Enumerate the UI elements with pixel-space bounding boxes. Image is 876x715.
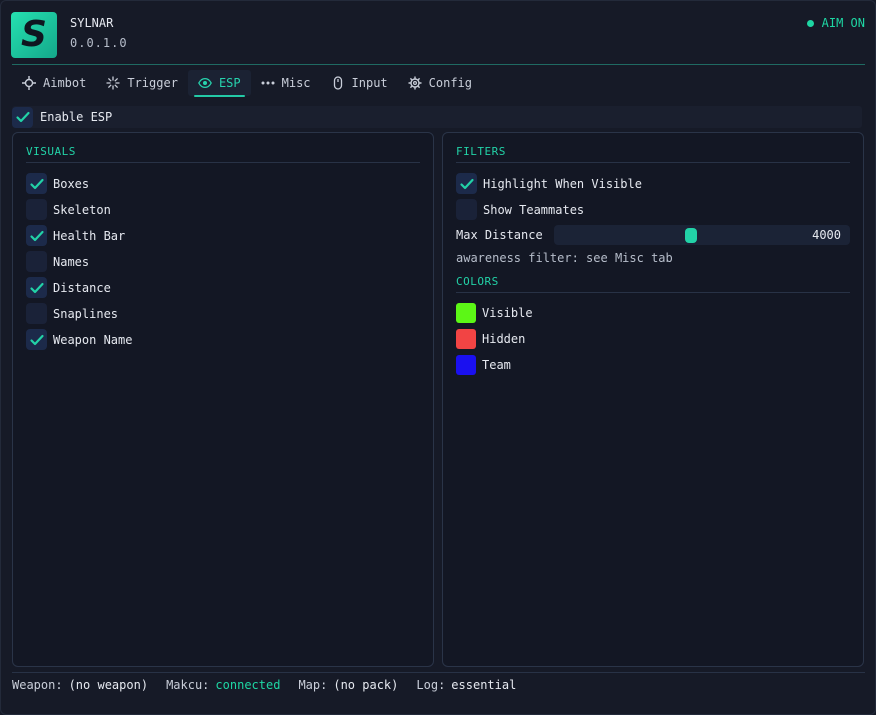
makcu-value: connected bbox=[215, 678, 281, 692]
section-divider bbox=[26, 162, 420, 163]
crosshair-icon bbox=[22, 76, 36, 90]
enable-esp-label: Enable ESP bbox=[40, 110, 113, 124]
checkbox[interactable] bbox=[26, 277, 47, 298]
map-label: Map: bbox=[298, 678, 328, 692]
checkbox[interactable] bbox=[26, 251, 47, 272]
color-swatch[interactable] bbox=[456, 329, 476, 349]
section-title: VISUALS bbox=[26, 145, 76, 158]
status-bar: Weapon: (no weapon) Makcu: connected Map… bbox=[12, 678, 534, 692]
checkbox[interactable] bbox=[26, 225, 47, 246]
app-logo: S bbox=[11, 12, 57, 58]
filters-item-highlight-when-visible: Highlight When Visible bbox=[456, 173, 642, 194]
checkbox[interactable] bbox=[26, 173, 47, 194]
awareness-note: awareness filter: see Misc tab bbox=[456, 251, 673, 265]
visuals-panel: VISUALS Boxes Skeleton Health Bar Names … bbox=[12, 132, 434, 667]
aim-status: AIM ON bbox=[806, 16, 865, 30]
color-label: Hidden bbox=[482, 332, 526, 346]
color-label: Visible bbox=[482, 306, 533, 320]
max-distance-row: Max Distance 4000 bbox=[456, 225, 851, 245]
eye-icon bbox=[198, 77, 212, 89]
tab-input[interactable]: Input bbox=[321, 70, 398, 96]
checkbox-label: Health Bar bbox=[53, 228, 126, 243]
enable-esp-checkbox[interactable] bbox=[12, 106, 33, 128]
checkbox-label: Highlight When Visible bbox=[483, 176, 642, 191]
map-value: (no pack) bbox=[333, 678, 399, 692]
tab-label: ESP bbox=[218, 76, 241, 90]
max-distance-value: 4000 bbox=[812, 228, 841, 242]
color-item-team: Team bbox=[456, 355, 511, 375]
tab-label: Misc bbox=[281, 76, 311, 90]
checkbox-label: Snaplines bbox=[53, 306, 119, 321]
status-dot-icon bbox=[806, 19, 814, 27]
checkmark-icon bbox=[29, 230, 44, 241]
filters-item-show-teammates: Show Teammates bbox=[456, 199, 584, 220]
header-divider bbox=[12, 64, 865, 65]
checkbox-label: Distance bbox=[53, 280, 111, 295]
gear-icon bbox=[408, 76, 422, 90]
color-swatch[interactable] bbox=[456, 355, 476, 375]
logo-letter: S bbox=[21, 14, 47, 55]
tab-esp[interactable]: ESP bbox=[187, 70, 251, 97]
color-item-visible: Visible bbox=[456, 303, 533, 323]
log-label: Log: bbox=[416, 678, 446, 692]
color-label: Team bbox=[482, 358, 511, 372]
tab-bar: Aimbot Trigger ESP Misc Input Config bbox=[12, 70, 482, 97]
color-item-hidden: Hidden bbox=[456, 329, 525, 349]
log-value: essential bbox=[451, 678, 517, 692]
checkbox[interactable] bbox=[26, 199, 47, 220]
section-title: FILTERS bbox=[456, 145, 506, 158]
checkbox-label: Boxes bbox=[53, 176, 90, 191]
visuals-item-boxes: Boxes bbox=[26, 173, 89, 194]
tab-label: Config bbox=[428, 76, 473, 90]
visuals-item-names: Names bbox=[26, 251, 89, 272]
checkmark-icon bbox=[29, 178, 44, 189]
checkmark-icon bbox=[29, 334, 44, 345]
visuals-item-snaplines: Snaplines bbox=[26, 303, 118, 324]
checkmark-icon bbox=[29, 282, 44, 293]
tab-config[interactable]: Config bbox=[398, 70, 482, 96]
dots-icon bbox=[261, 81, 275, 85]
checkbox-label: Show Teammates bbox=[483, 202, 585, 217]
tab-label: Input bbox=[351, 76, 388, 90]
aim-status-label: AIM ON bbox=[821, 16, 865, 30]
section-title: COLORS bbox=[456, 275, 499, 288]
checkbox[interactable] bbox=[456, 199, 477, 220]
tab-trigger[interactable]: Trigger bbox=[96, 70, 188, 96]
checkbox-label: Skeleton bbox=[53, 202, 111, 217]
visuals-item-weapon-name: Weapon Name bbox=[26, 329, 132, 350]
checkmark-icon bbox=[15, 111, 30, 123]
visuals-item-health-bar: Health Bar bbox=[26, 225, 125, 246]
color-swatch[interactable] bbox=[456, 303, 476, 323]
max-distance-label: Max Distance bbox=[456, 228, 543, 242]
header: S SYLNAR 0.0.1.0 AIM ON bbox=[0, 0, 876, 64]
checkbox[interactable] bbox=[26, 303, 47, 324]
max-distance-slider[interactable]: 4000 bbox=[554, 225, 850, 245]
enable-esp-row: Enable ESP bbox=[12, 106, 862, 128]
tab-aimbot[interactable]: Aimbot bbox=[12, 70, 96, 96]
mouse-icon bbox=[333, 76, 342, 90]
checkbox[interactable] bbox=[26, 329, 47, 350]
section-divider bbox=[456, 292, 850, 293]
app-version: 0.0.1.0 bbox=[70, 36, 128, 50]
app-name: SYLNAR bbox=[70, 16, 114, 30]
tab-misc[interactable]: Misc bbox=[251, 70, 321, 96]
filters-panel: FILTERS Highlight When Visible Show Team… bbox=[442, 132, 864, 667]
makcu-label: Makcu: bbox=[166, 678, 210, 692]
checkbox[interactable] bbox=[456, 173, 477, 194]
burst-icon bbox=[106, 76, 120, 90]
footer-divider bbox=[12, 672, 865, 673]
checkmark-icon bbox=[459, 178, 474, 189]
weapon-label: Weapon: bbox=[12, 678, 63, 692]
visuals-item-skeleton: Skeleton bbox=[26, 199, 111, 220]
weapon-value: (no weapon) bbox=[68, 678, 149, 692]
checkbox-label: Weapon Name bbox=[53, 332, 133, 347]
tab-label: Trigger bbox=[127, 76, 178, 90]
visuals-item-distance: Distance bbox=[26, 277, 111, 298]
slider-handle[interactable] bbox=[685, 228, 697, 243]
section-divider bbox=[456, 162, 850, 163]
checkbox-label: Names bbox=[53, 254, 90, 269]
tab-label: Aimbot bbox=[43, 76, 87, 90]
